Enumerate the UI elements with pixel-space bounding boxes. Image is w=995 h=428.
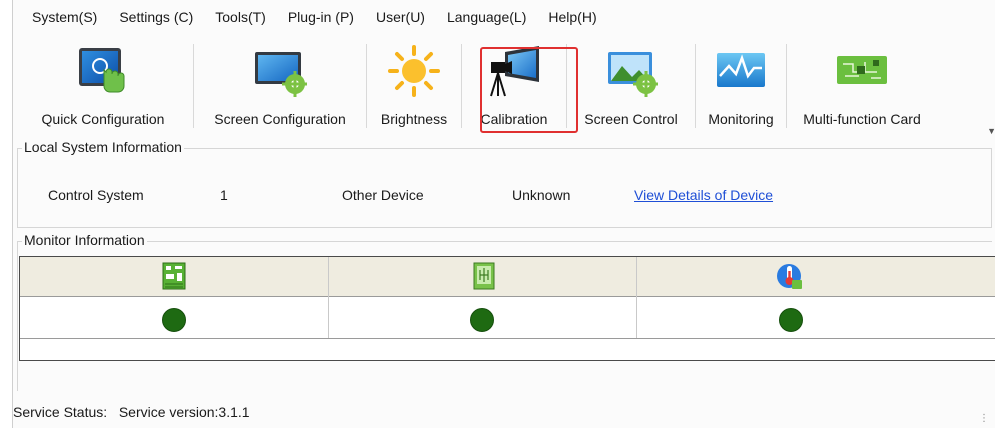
monitoring-label: Monitoring <box>708 111 774 127</box>
screen-control-label: Screen Control <box>584 111 678 127</box>
function-card-status-indicator <box>470 308 494 332</box>
quick-configuration-label: Quick Configuration <box>41 111 165 127</box>
menu-system[interactable]: System(S) <box>21 0 108 34</box>
screen-configuration-button[interactable]: Screen Configuration <box>194 38 366 134</box>
sun-icon <box>387 44 441 98</box>
brightness-label: Brightness <box>380 111 448 127</box>
menu-language[interactable]: Language(L) <box>436 0 537 34</box>
service-version-text: Service version:3.1.1 <box>118 404 250 420</box>
other-device-label: Other Device <box>342 187 424 203</box>
status-bar: Service Status: Service version:3.1.1 <box>13 404 250 420</box>
control-system-label: Control System <box>48 187 144 203</box>
monitor-title: Monitor Information <box>22 232 147 248</box>
function-card-icon <box>470 261 498 291</box>
image-gear-icon <box>604 44 658 98</box>
screen-control-button[interactable]: Screen Control <box>567 38 695 134</box>
monitor-table-header <box>20 257 995 339</box>
control-system-value: 1 <box>220 187 228 203</box>
camera-screen-icon <box>487 44 541 98</box>
menu-help[interactable]: Help(H) <box>537 0 607 34</box>
quick-configuration-button[interactable]: Quick Configuration <box>13 38 193 134</box>
brightness-button[interactable]: Brightness <box>367 38 461 134</box>
view-details-link[interactable]: View Details of Device <box>634 187 773 203</box>
menu-plugin[interactable]: Plug-in (P) <box>277 0 365 34</box>
menu-tools[interactable]: Tools(T) <box>204 0 277 34</box>
touch-screen-icon <box>76 44 130 98</box>
multi-function-card-label: Multi-function Card <box>803 111 921 127</box>
resize-grip-icon[interactable]: ⋮ <box>979 413 989 424</box>
main-window: System(S) Settings (C) Tools(T) Plug-in … <box>12 0 995 428</box>
service-status-label: Service Status: <box>13 404 115 420</box>
monitor-gear-icon <box>253 44 307 98</box>
multi-function-card-button[interactable]: Multi-function Card <box>787 38 937 134</box>
local-system-title: Local System Information <box>22 139 184 155</box>
menu-settings[interactable]: Settings (C) <box>108 0 204 34</box>
other-device-value: Unknown <box>512 187 571 203</box>
circuit-board-icon <box>835 44 889 98</box>
local-system-group: Local System Information Control System … <box>17 139 992 228</box>
receiving-card-status-indicator <box>162 308 186 332</box>
monitor-table <box>19 256 995 361</box>
toolbar-overflow-icon[interactable]: ▼ <box>987 126 995 136</box>
menu-bar: System(S) Settings (C) Tools(T) Plug-in … <box>13 0 995 34</box>
menu-user[interactable]: User(U) <box>365 0 436 34</box>
monitoring-button[interactable]: Monitoring <box>696 38 786 134</box>
receiving-card-icon <box>160 261 188 291</box>
temperature-status-indicator <box>779 308 803 332</box>
temperature-icon <box>776 261 804 291</box>
screen-configuration-label: Screen Configuration <box>214 111 346 127</box>
calibration-label: Calibration <box>480 111 548 127</box>
toolbar: Quick Configuration Screen Configuration <box>13 38 995 136</box>
waveform-icon <box>714 44 768 98</box>
monitor-status-row <box>20 297 995 339</box>
calibration-button[interactable]: Calibration <box>462 38 566 134</box>
